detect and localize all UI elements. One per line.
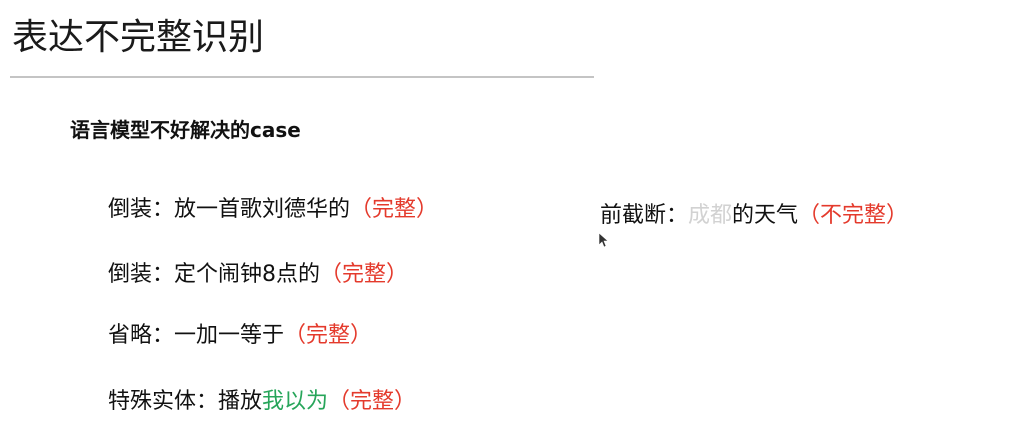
example-label: 特殊实体： [108,389,219,414]
example-text: 的天气 [732,203,799,228]
example-label: 倒装： [108,262,175,287]
example-front-truncation: 前截断：成都的天气（不完整） [600,200,908,232]
example-text: 播放 [218,389,263,414]
entity-highlight: 我以为 [262,389,329,414]
example-inversion-alarm: 倒装：定个闹钟8点的（完整） [108,259,408,291]
title-divider [10,76,594,78]
example-ellipsis: 省略：一加一等于（完整） [108,320,372,352]
completeness-tag: （完整） [284,323,373,348]
slide-title: 表达不完整识别 [12,17,265,58]
section-heading: 语言模型不好解决的case [70,118,301,142]
completeness-tag: （完整） [328,389,417,414]
completeness-tag: （不完整） [798,203,909,228]
completeness-tag: （完整） [350,197,439,222]
example-special-entity: 特殊实体：播放我以为（完整） [108,386,416,418]
completeness-tag: （完整） [320,262,409,287]
truncated-text: 成都 [688,203,733,228]
mouse-cursor-icon [598,232,608,248]
example-text: 一加一等于 [174,323,285,348]
example-text: 放一首歌刘德华的 [174,197,351,222]
example-text: 定个闹钟8点的 [174,262,321,287]
example-label: 省略： [108,323,175,348]
example-label: 倒装： [108,197,175,222]
example-label: 前截断： [600,203,689,228]
example-inversion-song: 倒装：放一首歌刘德华的（完整） [108,194,438,226]
